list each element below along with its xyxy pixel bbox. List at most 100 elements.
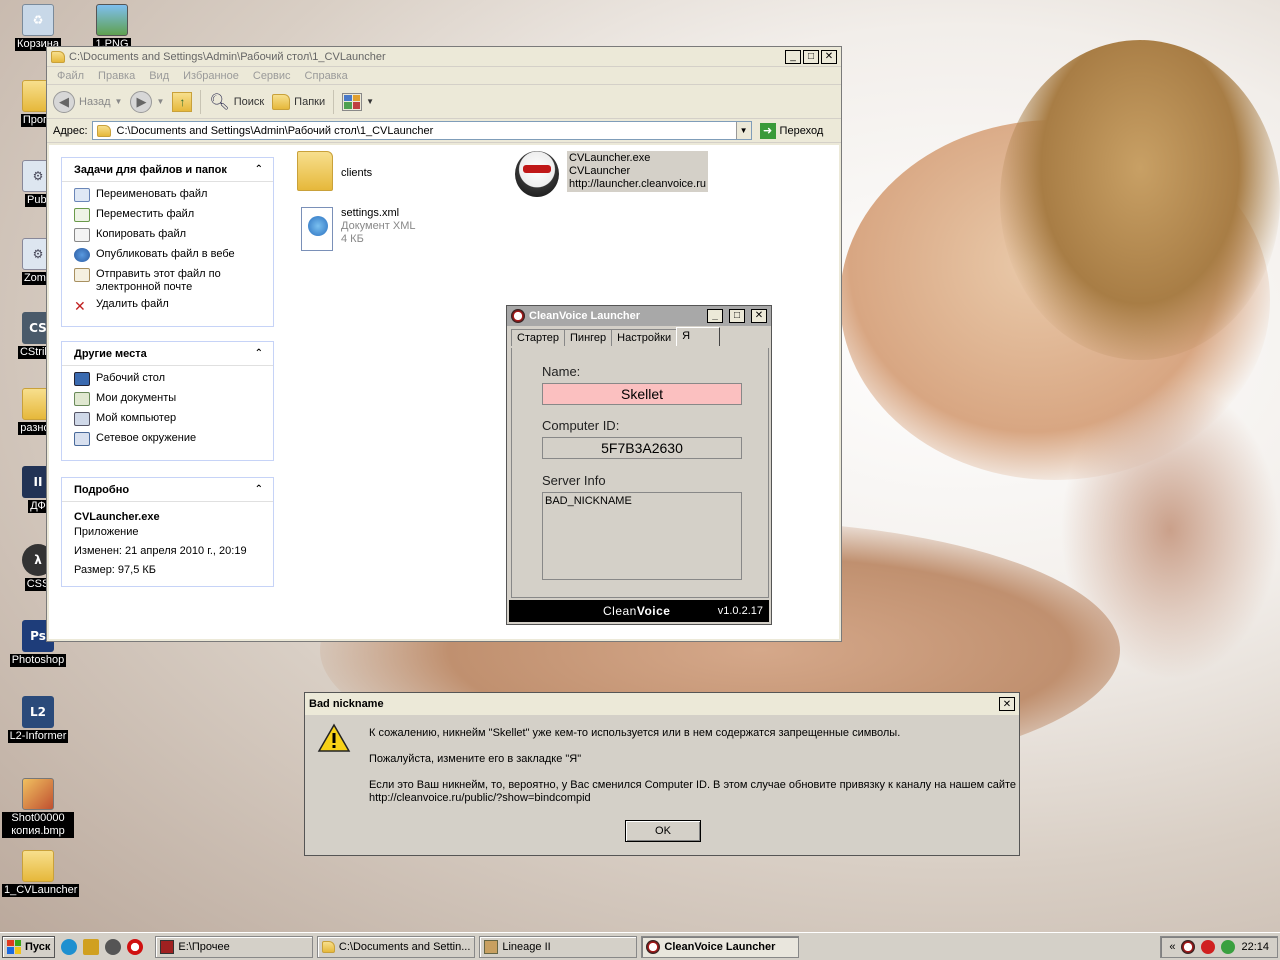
search-button[interactable]: 🔍︎ Поиск bbox=[209, 92, 264, 112]
place-my-documents[interactable]: Мои документы bbox=[74, 392, 273, 412]
task-copy[interactable]: Копировать файл bbox=[74, 228, 273, 248]
menu-edit[interactable]: Правка bbox=[98, 70, 135, 82]
cvlauncher-app-icon bbox=[646, 939, 661, 954]
cleanvoice-launcher-window: CleanVoice Launcher _ □ ✕ Стартер Пингер… bbox=[506, 305, 772, 625]
cv-titlebar[interactable]: CleanVoice Launcher _ □ ✕ bbox=[507, 306, 771, 326]
folders-icon bbox=[272, 93, 291, 110]
maximize-button[interactable]: □ bbox=[729, 309, 745, 323]
desktop-icon-recycle-bin[interactable]: ♻ Корзина bbox=[2, 4, 74, 51]
ok-button[interactable]: OK bbox=[625, 820, 701, 842]
name-label: Name: bbox=[542, 364, 581, 379]
place-desktop[interactable]: Рабочий стол bbox=[74, 372, 273, 392]
tab-me[interactable]: Я bbox=[676, 327, 721, 346]
start-button[interactable]: Пуск bbox=[2, 935, 56, 958]
collapse-icon: ⌃ bbox=[254, 484, 263, 495]
views-icon bbox=[342, 92, 363, 111]
icq-icon[interactable] bbox=[1221, 939, 1236, 954]
copy-icon bbox=[74, 228, 90, 242]
windows-logo-icon bbox=[7, 939, 21, 954]
file-item-cvlauncher-exe[interactable]: CVLauncher.exe CVLauncher http://launche… bbox=[515, 151, 708, 197]
desktop-icon-bmp[interactable]: Shot00000 копия.bmp bbox=[2, 778, 74, 838]
file-item-clients[interactable]: clients bbox=[297, 151, 372, 191]
task-button-cleanvoice[interactable]: CleanVoice Launcher bbox=[641, 935, 800, 958]
minimize-button[interactable]: _ bbox=[707, 309, 723, 323]
dialog-title: Bad nickname bbox=[309, 698, 384, 710]
cv-footer: CleanVoice v1.0.2.17 bbox=[509, 600, 769, 622]
tray-app-icon[interactable] bbox=[1201, 939, 1216, 954]
task-publish[interactable]: Опубликовать файл в вебе bbox=[74, 248, 273, 268]
maximize-button[interactable]: □ bbox=[803, 49, 819, 64]
paint-file-icon bbox=[22, 778, 54, 810]
minimize-button[interactable]: _ bbox=[785, 49, 801, 64]
place-my-computer[interactable]: Мой компьютер bbox=[74, 412, 273, 432]
desktop-icon-cvlauncher-folder[interactable]: 1_CVLauncher bbox=[2, 850, 80, 897]
folder-icon bbox=[322, 940, 335, 953]
back-button[interactable]: ◀ Назад ▼ bbox=[53, 90, 122, 113]
menu-help[interactable]: Справка bbox=[305, 70, 348, 82]
system-tray: « 22:14 bbox=[1160, 935, 1278, 958]
collapse-icon: ⌃ bbox=[254, 348, 263, 359]
skype-icon[interactable] bbox=[61, 938, 78, 955]
server-info-box[interactable]: BAD_NICKNAME bbox=[542, 492, 742, 580]
menu-tools[interactable]: Сервис bbox=[253, 70, 291, 82]
explorer-titlebar[interactable]: C:\Documents and Settings\Admin\Рабочий … bbox=[47, 47, 841, 67]
folder-up-icon[interactable]: ↑ bbox=[172, 91, 193, 112]
app-icon bbox=[160, 939, 175, 954]
task-email[interactable]: Отправить этот файл по электронной почте bbox=[74, 268, 273, 298]
views-button[interactable]: ▼ bbox=[342, 92, 374, 111]
place-network[interactable]: Сетевое окружение bbox=[74, 432, 273, 452]
tab-pinger[interactable]: Пингер bbox=[564, 329, 613, 346]
forward-button[interactable]: ▶ ▼ bbox=[130, 90, 164, 113]
details-filename: CVLauncher.exe bbox=[74, 511, 160, 523]
menu-file[interactable]: Файл bbox=[57, 70, 84, 82]
address-dropdown-button[interactable]: ▼ bbox=[735, 122, 751, 139]
menu-bar: Файл Правка Вид Избранное Сервис Справка bbox=[47, 67, 841, 85]
cvlauncher-tray-icon[interactable] bbox=[1181, 939, 1196, 954]
quicklaunch-app-icon[interactable] bbox=[105, 938, 122, 955]
toolbar: ◀ Назад ▼ ▶ ▼ ↑ 🔍︎ Поиск Папки ▼ bbox=[47, 85, 841, 119]
folders-button[interactable]: Папки bbox=[272, 93, 325, 110]
address-input[interactable]: C:\Documents and Settings\Admin\Рабочий … bbox=[91, 121, 752, 140]
task-button-prochee[interactable]: E:\Прочее bbox=[155, 935, 314, 958]
move-icon bbox=[74, 208, 90, 222]
details-panel: Подробно ⌃ CVLauncher.exe Приложение Изм… bbox=[61, 477, 274, 587]
close-button[interactable]: ✕ bbox=[751, 309, 767, 323]
bad-nickname-dialog: Bad nickname ✕ К сожалению, никнейм "Ske… bbox=[304, 692, 1020, 856]
details-modified: Изменен: 21 апреля 2010 г., 20:19 bbox=[74, 545, 247, 557]
tab-starter[interactable]: Стартер bbox=[511, 329, 566, 346]
task-move[interactable]: Переместить файл bbox=[74, 208, 273, 228]
wallpaper-figure bbox=[840, 120, 1270, 480]
task-rename[interactable]: Переименовать файл bbox=[74, 188, 273, 208]
name-field[interactable]: Skellet bbox=[542, 383, 742, 405]
menu-view[interactable]: Вид bbox=[149, 70, 169, 82]
panel-header[interactable]: Задачи для файлов и папок ⌃ bbox=[62, 158, 273, 182]
panel-header[interactable]: Другие места ⌃ bbox=[62, 342, 273, 366]
tab-settings[interactable]: Настройки bbox=[611, 329, 678, 346]
close-button[interactable]: ✕ bbox=[999, 697, 1015, 711]
task-delete[interactable]: ✕ Удалить файл bbox=[74, 298, 273, 318]
task-button-lineage[interactable]: Lineage II bbox=[479, 935, 638, 958]
opera-icon[interactable] bbox=[127, 938, 144, 955]
computer-id-field[interactable]: 5F7B3A2630 bbox=[542, 437, 742, 459]
cvlauncher-app-icon bbox=[515, 151, 559, 197]
task-button-explorer[interactable]: C:\Documents and Settin... bbox=[317, 935, 476, 958]
desktop-icon-png[interactable]: 1.PNG bbox=[76, 4, 148, 51]
window-title: C:\Documents and Settings\Admin\Рабочий … bbox=[69, 50, 386, 63]
desktop-icon-l2-informer[interactable]: L2 L2-Informer bbox=[2, 696, 74, 743]
go-button[interactable]: ➜ Переход bbox=[759, 122, 823, 139]
wallpaper-figure bbox=[1000, 40, 1280, 360]
cvlauncher-app-icon bbox=[511, 309, 525, 323]
close-button[interactable]: ✕ bbox=[821, 49, 837, 64]
tray-expand-icon[interactable]: « bbox=[1169, 941, 1175, 953]
clock[interactable]: 22:14 bbox=[1241, 941, 1269, 953]
dialog-message-line: К сожалению, никнейм "Skellet" уже кем-т… bbox=[369, 727, 901, 739]
dialog-titlebar[interactable]: Bad nickname ✕ bbox=[305, 693, 1019, 715]
panel-header[interactable]: Подробно ⌃ bbox=[62, 478, 273, 502]
go-arrow-icon: ➜ bbox=[759, 122, 776, 139]
menu-favorites[interactable]: Избранное bbox=[183, 70, 239, 82]
quicklaunch-app-icon[interactable] bbox=[83, 938, 100, 955]
version-label: v1.0.2.17 bbox=[717, 605, 763, 617]
dialog-link-line: http://cleanvoice.ru/public/?show=bindco… bbox=[369, 792, 591, 804]
dialog-message-line: Если это Ваш никнейм, то, вероятно, у Ва… bbox=[369, 779, 1017, 791]
file-item-settings-xml[interactable]: settings.xml Документ XML 4 КБ bbox=[301, 207, 415, 251]
